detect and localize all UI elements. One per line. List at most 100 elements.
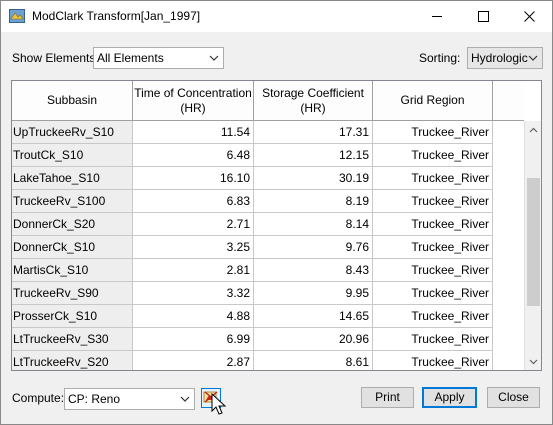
scroll-up-button[interactable] <box>525 121 541 138</box>
time-of-concentration-cell[interactable]: 3.25 <box>133 236 254 259</box>
compute-value: CP: Reno <box>68 392 121 406</box>
table-row[interactable]: TroutCk_S10 6.48 12.15 Truckee_River <box>12 144 525 167</box>
time-of-concentration-cell[interactable]: 2.81 <box>133 259 254 282</box>
chevron-down-icon <box>180 396 190 402</box>
column-header-label: Storage Coefficient <box>262 85 364 100</box>
window-title: ModClark Transform[Jan_1997] <box>32 9 201 23</box>
time-of-concentration-cell[interactable]: 6.83 <box>133 190 254 213</box>
show-elements-label: Show Elements: <box>12 51 99 65</box>
time-of-concentration-cell[interactable]: 11.54 <box>133 121 254 144</box>
vertical-scrollbar[interactable] <box>524 121 541 370</box>
row-filler <box>493 144 525 167</box>
row-filler <box>493 259 525 282</box>
sorting-select[interactable]: Hydrologic <box>467 47 543 69</box>
compute-label: Compute: <box>12 391 65 405</box>
sorting-value: Hydrologic <box>471 51 528 65</box>
minimize-icon <box>431 16 442 17</box>
grid-region-cell[interactable]: Truckee_River <box>373 328 493 351</box>
row-filler <box>493 167 525 190</box>
column-header-filler <box>493 81 525 121</box>
sorting-label: Sorting: <box>419 51 461 65</box>
storage-coefficient-cell[interactable]: 14.65 <box>254 305 373 328</box>
column-header-subbasin[interactable]: Subbasin <box>12 81 133 121</box>
subbasin-cell[interactable]: DonnerCk_S10 <box>12 236 133 259</box>
grid-region-cell[interactable]: Truckee_River <box>373 351 493 370</box>
column-header-label: Time of Concentration <box>134 85 252 100</box>
table-header: Subbasin Time of Concentration (HR) Stor… <box>12 81 525 121</box>
close-window-button[interactable] <box>506 1 552 32</box>
scroll-corner <box>524 81 541 121</box>
subbasin-cell[interactable]: TruckeeRv_S90 <box>12 282 133 305</box>
subbasin-cell[interactable]: UpTruckeeRv_S10 <box>12 121 133 144</box>
table-row[interactable]: LakeTahoe_S10 16.10 30.19 Truckee_River <box>12 167 525 190</box>
modclark-transform-window: ModClark Transform[Jan_1997] Show Elemen… <box>0 0 553 425</box>
grid-region-cell[interactable]: Truckee_River <box>373 236 493 259</box>
grid-region-cell[interactable]: Truckee_River <box>373 144 493 167</box>
storage-coefficient-cell[interactable]: 8.14 <box>254 213 373 236</box>
table-row[interactable]: MartisCk_S10 2.81 8.43 Truckee_River <box>12 259 525 282</box>
time-of-concentration-cell[interactable]: 6.48 <box>133 144 254 167</box>
scrollbar-thumb[interactable] <box>527 178 540 306</box>
row-filler <box>493 282 525 305</box>
table-row[interactable]: TruckeeRv_S90 3.32 9.95 Truckee_River <box>12 282 525 305</box>
grid-region-cell[interactable]: Truckee_River <box>373 305 493 328</box>
grid-region-cell[interactable]: Truckee_River <box>373 167 493 190</box>
storage-coefficient-cell[interactable]: 8.61 <box>254 351 373 370</box>
row-filler <box>493 305 525 328</box>
table-row[interactable]: LtTruckeeRv_S20 2.87 8.61 Truckee_River <box>12 351 525 370</box>
close-icon <box>523 11 535 22</box>
storage-coefficient-cell[interactable]: 9.76 <box>254 236 373 259</box>
time-of-concentration-cell[interactable]: 2.87 <box>133 351 254 370</box>
apply-button[interactable]: Apply <box>422 387 477 408</box>
column-header-storage-coefficient[interactable]: Storage Coefficient (HR) <box>254 81 373 121</box>
time-of-concentration-cell[interactable]: 6.99 <box>133 328 254 351</box>
table-row[interactable]: ProsserCk_S10 4.88 14.65 Truckee_River <box>12 305 525 328</box>
minimize-button[interactable] <box>414 1 460 32</box>
grid-region-cell[interactable]: Truckee_River <box>373 121 493 144</box>
storage-coefficient-cell[interactable]: 9.95 <box>254 282 373 305</box>
subbasin-cell[interactable]: LtTruckeeRv_S30 <box>12 328 133 351</box>
row-filler <box>493 190 525 213</box>
row-filler <box>493 351 525 370</box>
subbasin-cell[interactable]: TroutCk_S10 <box>12 144 133 167</box>
time-of-concentration-cell[interactable]: 4.88 <box>133 305 254 328</box>
storage-coefficient-cell[interactable]: 8.43 <box>254 259 373 282</box>
storage-coefficient-cell[interactable]: 17.31 <box>254 121 373 144</box>
storage-coefficient-cell[interactable]: 12.15 <box>254 144 373 167</box>
grid-region-cell[interactable]: Truckee_River <box>373 213 493 236</box>
time-of-concentration-cell[interactable]: 16.10 <box>133 167 254 190</box>
maximize-button[interactable] <box>460 1 506 32</box>
close-button[interactable]: Close <box>487 387 540 408</box>
scroll-down-button[interactable] <box>525 353 541 370</box>
subbasin-cell[interactable]: LakeTahoe_S10 <box>12 167 133 190</box>
print-button[interactable]: Print <box>361 387 414 408</box>
subbasin-cell[interactable]: DonnerCk_S20 <box>12 213 133 236</box>
table-row[interactable]: DonnerCk_S20 2.71 8.14 Truckee_River <box>12 213 525 236</box>
show-elements-value: All Elements <box>97 51 164 65</box>
table-row[interactable]: UpTruckeeRv_S10 11.54 17.31 Truckee_River <box>12 121 525 144</box>
show-elements-select[interactable]: All Elements <box>93 47 224 69</box>
grid-region-cell[interactable]: Truckee_River <box>373 259 493 282</box>
column-header-grid-region[interactable]: Grid Region <box>373 81 493 121</box>
storage-coefficient-cell[interactable]: 30.19 <box>254 167 373 190</box>
subbasin-cell[interactable]: ProsserCk_S10 <box>12 305 133 328</box>
table-row[interactable]: DonnerCk_S10 3.25 9.76 Truckee_River <box>12 236 525 259</box>
table-row[interactable]: TruckeeRv_S100 6.83 8.19 Truckee_River <box>12 190 525 213</box>
compute-select[interactable]: CP: Reno <box>64 388 195 410</box>
subbasin-cell[interactable]: TruckeeRv_S100 <box>12 190 133 213</box>
storage-coefficient-cell[interactable]: 20.96 <box>254 328 373 351</box>
time-of-concentration-cell[interactable]: 2.71 <box>133 213 254 236</box>
column-header-label: Subbasin <box>46 93 98 107</box>
subbasin-cell[interactable]: LtTruckeeRv_S20 <box>12 351 133 370</box>
grid-region-cell[interactable]: Truckee_River <box>373 190 493 213</box>
storage-coefficient-cell[interactable]: 8.19 <box>254 190 373 213</box>
title-bar[interactable]: ModClark Transform[Jan_1997] <box>1 1 552 32</box>
chevron-down-icon <box>529 359 538 364</box>
time-of-concentration-cell[interactable]: 3.32 <box>133 282 254 305</box>
hec-hms-app-icon <box>9 9 25 23</box>
subbasin-cell[interactable]: MartisCk_S10 <box>12 259 133 282</box>
table-row[interactable]: LtTruckeeRv_S30 6.99 20.96 Truckee_River <box>12 328 525 351</box>
grid-region-cell[interactable]: Truckee_River <box>373 282 493 305</box>
column-header-time-of-concentration[interactable]: Time of Concentration (HR) <box>133 81 254 121</box>
column-header-unit: (HR) <box>300 100 326 115</box>
